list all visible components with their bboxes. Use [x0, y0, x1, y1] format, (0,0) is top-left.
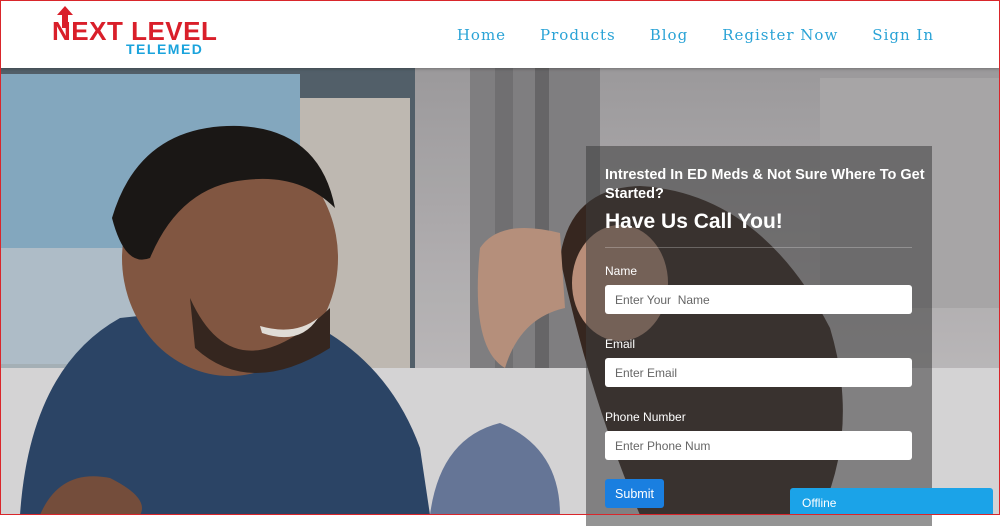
phone-label: Phone Number [605, 410, 686, 424]
site-header: NEXT LEVEL TELEMED Home Products Blog Re… [0, 0, 1000, 68]
main-nav: Home Products Blog Register Now Sign In [457, 26, 934, 44]
nav-register-now[interactable]: Register Now [722, 26, 838, 44]
chat-status: Offline [802, 496, 837, 510]
logo-line-2: TELEMED [126, 41, 204, 57]
nav-sign-in[interactable]: Sign In [872, 26, 934, 44]
nav-home[interactable]: Home [457, 26, 506, 44]
form-heading: Have Us Call You! [605, 210, 783, 233]
nav-products[interactable]: Products [540, 26, 616, 44]
email-input[interactable] [605, 358, 912, 387]
form-question: Intrested In ED Meds & Not Sure Where To… [605, 167, 925, 202]
phone-input[interactable] [605, 431, 912, 460]
name-input[interactable] [605, 285, 912, 314]
name-label: Name [605, 264, 638, 278]
submit-button[interactable]: Submit [605, 479, 664, 508]
callback-form: Intrested In ED Meds & Not Sure Where To… [586, 146, 932, 526]
nav-blog[interactable]: Blog [650, 26, 688, 44]
chat-widget[interactable]: Offline [790, 488, 993, 515]
email-label: Email [605, 337, 636, 351]
form-divider [605, 247, 912, 248]
site-logo[interactable]: NEXT LEVEL TELEMED [52, 6, 217, 60]
